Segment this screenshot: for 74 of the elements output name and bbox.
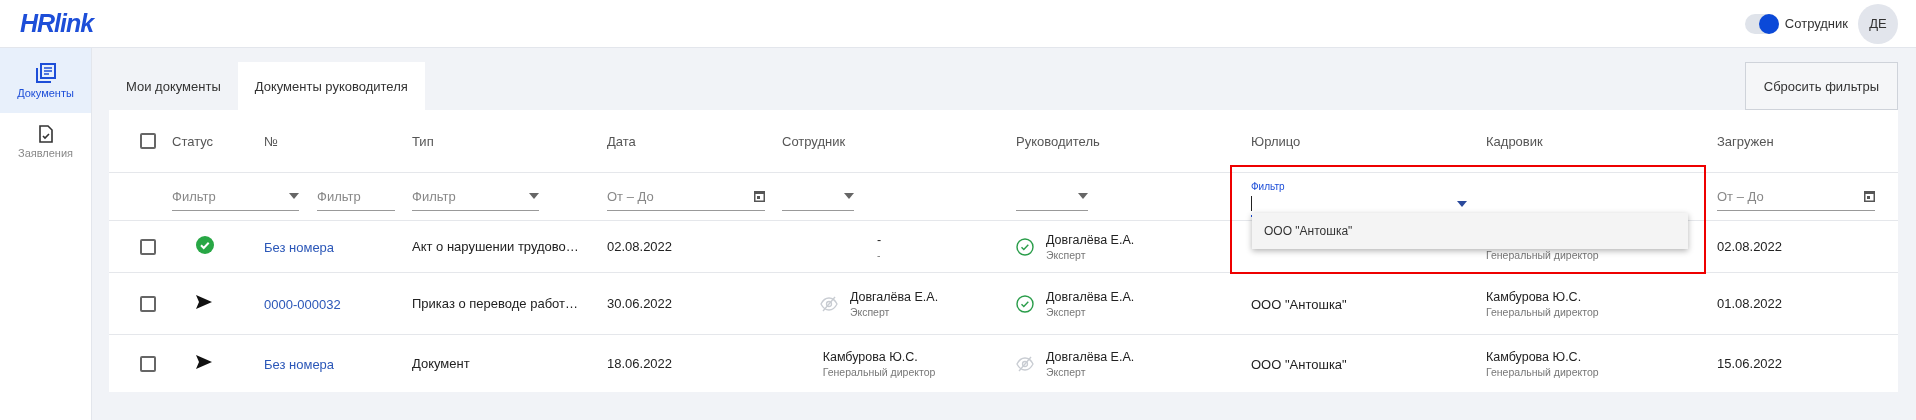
calendar-icon: [1864, 190, 1875, 202]
tab[interactable]: Документы руководителя: [237, 62, 425, 110]
send-icon: [196, 294, 212, 309]
person-role: Эксперт: [1046, 248, 1087, 261]
document-number-link[interactable]: Без номера: [264, 356, 335, 372]
person-role: -: [876, 248, 882, 261]
column-header[interactable]: Статус: [172, 133, 264, 149]
person-role: Генеральный директор: [822, 365, 936, 378]
person-name: Камбурова Ю.С.: [1486, 349, 1583, 364]
person-name: Камбурова Ю.С.: [822, 349, 919, 364]
table-cell-text: 18.06.2022: [607, 356, 674, 371]
person-name: Довгалёва Е.А.: [1046, 232, 1135, 247]
tab[interactable]: Мои документы: [109, 62, 238, 110]
document-check-icon: [38, 124, 53, 143]
send-icon: [196, 354, 212, 369]
eye-off-icon: [819, 295, 838, 312]
check-circle-icon: [1016, 237, 1034, 256]
document-number-link[interactable]: Без номера: [264, 239, 335, 255]
person-name: Камбурова Ю.С.: [1486, 289, 1583, 304]
checkbox[interactable]: [140, 238, 156, 255]
person-role: Эксперт: [1046, 305, 1087, 318]
column-header[interactable]: Кадровик: [1486, 133, 1717, 149]
table-cell-text: 15.06.2022: [1717, 356, 1784, 371]
logo[interactable]: HRlink: [20, 9, 94, 38]
role-toggle[interactable]: [1744, 13, 1779, 34]
date-range-field[interactable]: От – До: [607, 182, 765, 211]
table-cell-text: 02.08.2022: [607, 239, 674, 254]
table-cell-text: Документ: [412, 356, 471, 371]
caret-icon: [1457, 200, 1467, 207]
table-cell-text: 30.06.2022: [607, 296, 674, 311]
dropdown-option[interactable]: ООО "Антошка": [1264, 224, 1353, 238]
eye-off-icon: [1016, 355, 1034, 372]
person-name: Довгалёва Е.А.: [1046, 349, 1135, 364]
person-name: Довгалёва Е.А.: [849, 289, 939, 304]
filter-field[interactable]: Фильтр: [317, 182, 395, 211]
user-avatar[interactable]: ДЕ: [1858, 3, 1898, 44]
check-circle-icon: [196, 235, 214, 254]
caret-icon: [1078, 193, 1088, 199]
person-role: Генеральный директор: [1486, 249, 1599, 261]
sidebar-item[interactable]: Документы: [0, 48, 91, 113]
table-cell: ООО "Антошка": [1251, 356, 1347, 372]
calendar-icon: [754, 190, 765, 202]
caret-icon: [289, 193, 299, 199]
reset-filters-button[interactable]: Сбросить фильтры: [1744, 62, 1898, 110]
column-header[interactable]: Юрлицо: [1251, 133, 1486, 149]
documents-icon: [35, 62, 56, 83]
checkbox[interactable]: [140, 355, 156, 372]
table-cell-text: Акт о нарушении трудово…: [412, 239, 580, 254]
check-circle-icon: [1016, 294, 1034, 313]
person-role: Генеральный директор: [1486, 305, 1599, 318]
caret-icon: [529, 193, 539, 199]
toggle-label: Сотрудник: [1784, 16, 1848, 31]
filter-select[interactable]: Фильтр: [412, 182, 539, 211]
table-cell-text: Приказ о переводе работ…: [412, 296, 579, 311]
column-header[interactable]: №: [264, 133, 412, 149]
table-cell: ООО "Антошка": [1251, 296, 1347, 312]
caret-icon: [844, 193, 854, 199]
person-role: Эксперт: [1046, 365, 1087, 378]
checkbox[interactable]: [140, 133, 156, 149]
checkbox[interactable]: [140, 295, 156, 312]
document-number-link[interactable]: 0000-000032: [264, 296, 341, 312]
filter-select[interactable]: Фильтр: [172, 182, 299, 211]
person-role: Генеральный директор: [1486, 365, 1599, 378]
column-header[interactable]: Загружен: [1717, 133, 1898, 149]
column-header[interactable]: Тип: [412, 133, 607, 149]
table-cell-text: 01.08.2022: [1717, 296, 1784, 311]
table-cell-text: 02.08.2022: [1717, 239, 1784, 254]
person-name: Довгалёва Е.А.: [1046, 289, 1135, 304]
date-range-field[interactable]: От – До: [1717, 182, 1875, 211]
column-header[interactable]: Руководитель: [1016, 133, 1251, 149]
column-header[interactable]: Дата: [607, 133, 782, 149]
column-header[interactable]: Сотрудник: [782, 133, 1016, 149]
person-role: Эксперт: [849, 305, 891, 318]
person-name: -: [876, 232, 882, 247]
